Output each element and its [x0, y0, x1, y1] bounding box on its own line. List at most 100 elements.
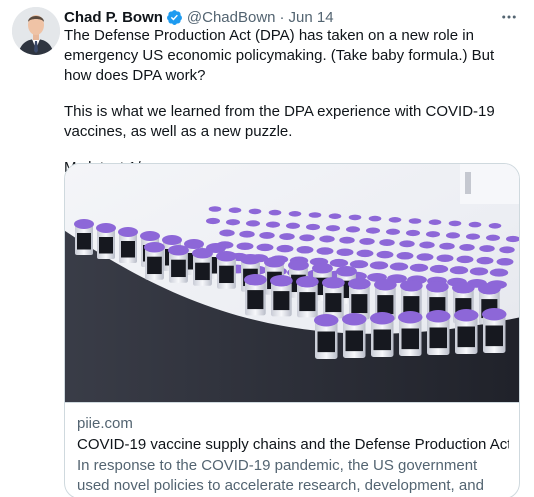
vial-cap: [285, 222, 301, 229]
vial-cap: [476, 256, 494, 265]
vial-cap: [505, 235, 519, 243]
vial-cap: [225, 219, 241, 226]
vial-cap: [329, 258, 349, 268]
vial-cap: [248, 208, 262, 215]
vial-cap: [448, 220, 462, 227]
vial-cap: [445, 232, 461, 239]
vial-cap: [325, 225, 341, 232]
vial-cap: [389, 262, 409, 271]
vial-cap: [345, 226, 361, 233]
tweet-timestamp[interactable]: Jun 14: [289, 9, 334, 26]
vial-cap: [276, 244, 294, 253]
vial: [322, 277, 345, 319]
vial-cap: [489, 268, 509, 277]
vial-cap: [308, 212, 322, 218]
vial-cap: [496, 258, 514, 266]
vial-cap: [205, 217, 221, 225]
vial-cap: [256, 243, 274, 252]
vial-cap: [429, 264, 449, 274]
vial-cap: [356, 249, 374, 258]
tweet-header: Chad P. Bown @ChadBown · Jun 14: [64, 7, 519, 27]
vial-cap: [379, 239, 395, 247]
vial-cap: [425, 231, 441, 238]
tweet[interactable]: Chad P. Bown @ChadBown · Jun 14 The Defe…: [0, 0, 534, 497]
vial: [314, 314, 339, 359]
vial-cap: [319, 235, 335, 243]
vial-cap: [245, 220, 261, 227]
vaccine-vials-image: [65, 164, 519, 424]
vial-cap: [468, 221, 482, 228]
vial: [74, 219, 94, 255]
vial-cap: [436, 254, 454, 262]
vial-cap: [299, 234, 315, 242]
vial: [370, 312, 395, 357]
vial: [482, 308, 507, 353]
vial: [96, 223, 116, 259]
vial-cap: [316, 247, 334, 255]
avatar-photo: [12, 7, 60, 55]
vial-cap: [236, 242, 254, 250]
vial: [398, 311, 423, 356]
vial-cap: [465, 233, 481, 240]
separator-dot: ·: [279, 8, 285, 26]
more-horizontal-icon[interactable]: [499, 7, 519, 27]
vial-cap: [488, 223, 502, 229]
author-display-name[interactable]: Chad P. Bown: [64, 9, 163, 26]
vial-cap: [499, 246, 515, 254]
vial-cap: [265, 221, 281, 228]
tweet-text: The Defense Production Act (DPA) has tak…: [64, 26, 524, 178]
vial-cap: [469, 267, 489, 276]
vial-cap: [416, 253, 434, 261]
vial-cap: [459, 243, 475, 251]
vial-cap: [339, 236, 355, 244]
vial-cap: [396, 252, 414, 260]
vial-cap: [405, 229, 421, 237]
vial: [342, 313, 367, 358]
link-card[interactable]: piie.com COVID-19 vaccine supply chains …: [64, 163, 520, 497]
vial-cap: [449, 266, 469, 275]
vial-cap: [456, 255, 474, 264]
vial-cap: [369, 261, 389, 270]
vial-cap: [419, 241, 435, 249]
vial-cap: [328, 213, 342, 219]
vial: [426, 310, 451, 355]
vial-cap: [296, 246, 314, 254]
vial-cap: [399, 240, 415, 248]
vial-cap: [428, 219, 442, 225]
vial-cap: [228, 207, 242, 213]
vial-cap: [479, 245, 495, 253]
card-title: COVID-19 vaccine supply chains and the D…: [77, 436, 509, 453]
vial-cap: [348, 214, 362, 221]
vial-cap: [385, 228, 401, 235]
vial-cap: [376, 250, 394, 259]
vial: [118, 227, 138, 263]
vial-cap: [388, 217, 402, 223]
vial-cap: [239, 230, 255, 238]
vial: [192, 248, 213, 286]
verified-badge-icon: [166, 9, 183, 26]
card-body[interactable]: piie.com COVID-19 vaccine supply chains …: [65, 402, 519, 497]
avatar[interactable]: [12, 7, 60, 55]
card-image[interactable]: [65, 164, 519, 424]
vial: [244, 274, 267, 316]
vial-cap: [408, 218, 422, 224]
vial: [144, 242, 165, 280]
vial-cap: [485, 234, 501, 241]
vial: [270, 275, 293, 317]
vial-cap: [368, 215, 382, 222]
tweet-paragraph: This is what we learned from the DPA exp…: [64, 102, 495, 140]
vial-cap: [336, 248, 354, 256]
vial-cap: [439, 242, 455, 250]
vial: [296, 276, 319, 318]
card-description: In response to the COVID-19 pandemic, th…: [77, 457, 484, 497]
vial-cap: [259, 231, 275, 239]
vial: [454, 309, 479, 354]
card-domain: piie.com: [77, 415, 133, 432]
vial-cap: [268, 209, 282, 216]
tweet-paragraph: The Defense Production Act (DPA) has tak…: [64, 27, 495, 84]
vial-cap: [219, 229, 235, 237]
vial: [216, 251, 237, 289]
author-handle[interactable]: @ChadBown: [187, 9, 276, 26]
vial-cap: [359, 237, 375, 245]
vial-cap: [208, 206, 222, 212]
